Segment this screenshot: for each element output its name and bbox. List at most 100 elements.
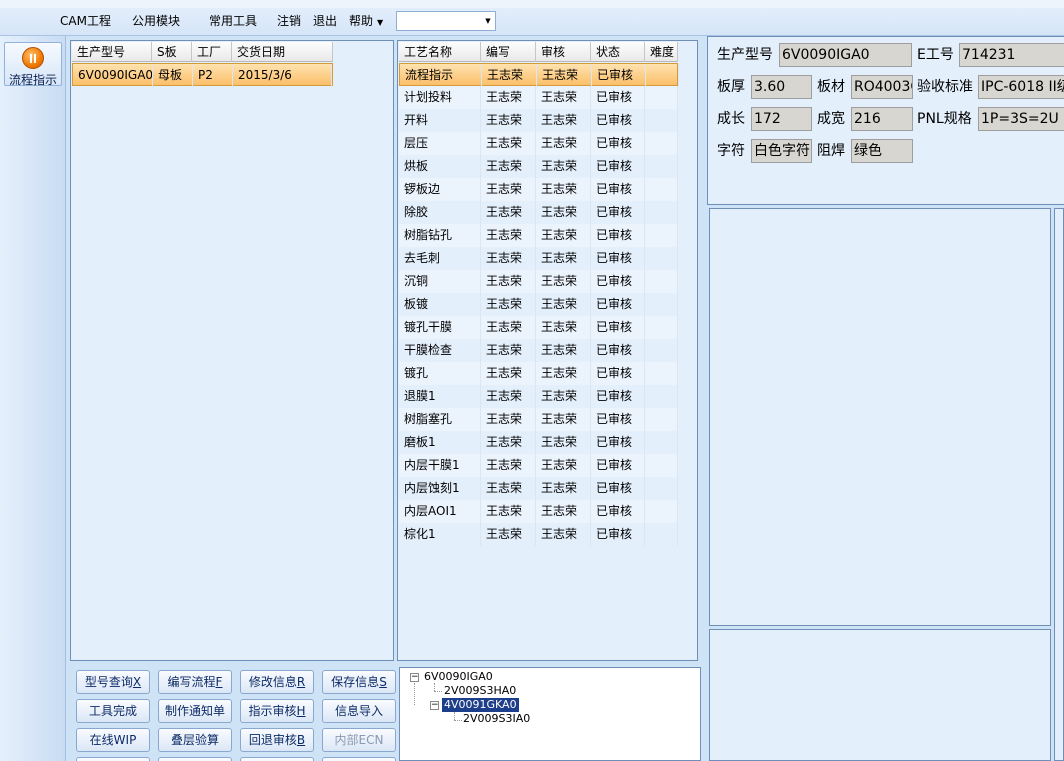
- tree-node-grandchild[interactable]: 2V009S3IA0: [463, 712, 530, 726]
- menu-help[interactable]: 帮助 ▼: [349, 12, 383, 29]
- table-row[interactable]: 内层蚀刻1 王志荣 王志荣 已审核: [399, 477, 678, 500]
- rollback-review-key: B: [296, 733, 306, 747]
- tree-node-selected[interactable]: 4V0091GKA0: [442, 698, 519, 712]
- model-field[interactable]: 6V0090IGA0: [779, 43, 912, 67]
- col-s-board[interactable]: S板: [152, 42, 192, 62]
- table-row[interactable]: 层压 王志荣 王志荣 已审核: [399, 132, 678, 155]
- pnl-field[interactable]: 1P=3S=2U: [978, 107, 1064, 131]
- cell-status: 已审核: [591, 362, 645, 385]
- menu-cam[interactable]: CAM工程: [60, 12, 111, 29]
- col-status[interactable]: 状态: [591, 42, 645, 62]
- tree-node-root[interactable]: 6V0090IGA0: [424, 670, 493, 684]
- col-difficulty[interactable]: 难度: [645, 42, 678, 62]
- cell-process-name: 退膜1: [399, 385, 481, 408]
- cell-status: 已审核: [591, 132, 645, 155]
- col-reviewer[interactable]: 审核: [536, 42, 591, 62]
- edit-flow-button[interactable]: 编写流程F: [158, 670, 232, 694]
- info-import-button[interactable]: 信息导入: [322, 699, 396, 723]
- cell-process-name: 烘板: [399, 155, 481, 178]
- menu-public-module[interactable]: 公用模块: [132, 12, 180, 29]
- table-row[interactable]: 内层干膜1 王志荣 王志荣 已审核: [399, 454, 678, 477]
- extra-button-4[interactable]: [322, 757, 396, 761]
- make-notice-button[interactable]: 制作通知单: [158, 699, 232, 723]
- title-strip: [0, 0, 1064, 8]
- col-author[interactable]: 编写: [481, 42, 536, 62]
- width-field[interactable]: 216: [851, 107, 913, 131]
- online-wip-button[interactable]: 在线WIP: [76, 728, 150, 752]
- save-info-button[interactable]: 保存信息S: [322, 670, 396, 694]
- dropdown-arrow-icon[interactable]: ▼: [481, 12, 495, 30]
- char-field[interactable]: 白色字符: [751, 139, 812, 163]
- standard-label: 验收标准: [917, 79, 973, 95]
- menu-exit[interactable]: 退出: [313, 12, 337, 29]
- stack-check-button[interactable]: 叠层验算: [158, 728, 232, 752]
- table-row[interactable]: 板镀 王志荣 王志荣 已审核: [399, 293, 678, 316]
- length-label: 成长: [717, 111, 745, 127]
- cell-difficulty: [645, 178, 678, 201]
- thickness-field[interactable]: 3.60: [751, 75, 812, 99]
- cell-process-name: 沉铜: [399, 270, 481, 293]
- col-delivery-date[interactable]: 交货日期: [232, 42, 333, 62]
- modify-info-button[interactable]: 修改信息R: [240, 670, 314, 694]
- cell-process-name: 内层蚀刻1: [399, 477, 481, 500]
- menu-combo-box[interactable]: ▼: [396, 11, 496, 31]
- tree-node-child[interactable]: 2V009S3HA0: [444, 684, 516, 698]
- table-row[interactable]: 退膜1 王志荣 王志荣 已审核: [399, 385, 678, 408]
- eno-label: E工号: [917, 47, 954, 63]
- cell-difficulty: [645, 362, 678, 385]
- collapse-icon[interactable]: −: [410, 673, 419, 682]
- extra-button-3[interactable]: [240, 757, 314, 761]
- menu-common-tools[interactable]: 常用工具: [209, 12, 257, 29]
- col-model[interactable]: 生产型号: [72, 42, 152, 62]
- table-row[interactable]: 6V0090IGA0 母板 P2 2015/3/6: [72, 63, 333, 87]
- eno-field[interactable]: 714231: [959, 43, 1064, 67]
- cell-process-name: 流程指示: [400, 64, 482, 87]
- rollback-review-button[interactable]: 回退审核B: [240, 728, 314, 752]
- tool-done-button[interactable]: 工具完成: [76, 699, 150, 723]
- collapse-icon[interactable]: −: [430, 701, 439, 710]
- cell-process-name: 镀孔: [399, 362, 481, 385]
- table-row[interactable]: 烘板 王志荣 王志荣 已审核: [399, 155, 678, 178]
- length-field[interactable]: 172: [751, 107, 812, 131]
- extra-button-2[interactable]: [158, 757, 232, 761]
- mask-field[interactable]: 绿色: [851, 139, 913, 163]
- table-row[interactable]: 镀孔 王志荣 王志荣 已审核: [399, 362, 678, 385]
- tree-connector: [454, 712, 455, 720]
- table-row[interactable]: 去毛刺 王志荣 王志荣 已审核: [399, 247, 678, 270]
- table-row[interactable]: 树脂塞孔 王志荣 王志荣 已审核: [399, 408, 678, 431]
- cell-reviewer: 王志荣: [536, 132, 591, 155]
- cell-author: 王志荣: [481, 408, 536, 431]
- table-row[interactable]: 磨板1 王志荣 王志荣 已审核: [399, 431, 678, 454]
- table-row[interactable]: 开料 王志荣 王志荣 已审核: [399, 109, 678, 132]
- cell-difficulty: [645, 270, 678, 293]
- cell-status: 已审核: [591, 339, 645, 362]
- table-row[interactable]: 锣板边 王志荣 王志荣 已审核: [399, 178, 678, 201]
- extra-button-1[interactable]: [76, 757, 150, 761]
- table-row[interactable]: 流程指示 王志荣 王志荣 已审核: [399, 63, 679, 87]
- col-factory[interactable]: 工厂: [192, 42, 232, 62]
- orders-grid-header: 生产型号 S板 工厂 交货日期: [72, 42, 333, 62]
- table-row[interactable]: 干膜检查 王志荣 王志荣 已审核: [399, 339, 678, 362]
- table-row[interactable]: 棕化1 王志荣 王志荣 已审核: [399, 523, 678, 546]
- cell-difficulty: [645, 523, 678, 546]
- internal-ecn-button[interactable]: 内部ECN: [322, 728, 396, 752]
- review-label: 指示审核: [248, 704, 297, 718]
- menu-logout[interactable]: 注销: [277, 12, 301, 29]
- standard-field[interactable]: IPC-6018 II级: [978, 75, 1064, 99]
- cell-status: 已审核: [591, 178, 645, 201]
- col-process-name[interactable]: 工艺名称: [399, 42, 481, 62]
- material-field[interactable]: RO4003C: [851, 75, 913, 99]
- table-row[interactable]: 计划投料 王志荣 王志荣 已审核: [399, 86, 678, 109]
- cell-reviewer: 王志荣: [536, 408, 591, 431]
- table-row[interactable]: 沉铜 王志荣 王志荣 已审核: [399, 270, 678, 293]
- review-button[interactable]: 指示审核H: [240, 699, 314, 723]
- cell-status: 已审核: [591, 385, 645, 408]
- table-row[interactable]: 镀孔干膜 王志荣 王志荣 已审核: [399, 316, 678, 339]
- table-row[interactable]: 内层AOI1 王志荣 王志荣 已审核: [399, 500, 678, 523]
- table-row[interactable]: 除胶 王志荣 王志荣 已审核: [399, 201, 678, 224]
- model-query-button[interactable]: 型号查询X: [76, 670, 150, 694]
- cell-process-name: 棕化1: [399, 523, 481, 546]
- table-row[interactable]: 树脂钻孔 王志荣 王志荣 已审核: [399, 224, 678, 247]
- flow-indicator-button[interactable]: 流程指示: [4, 42, 62, 87]
- cell-status: 已审核: [591, 201, 645, 224]
